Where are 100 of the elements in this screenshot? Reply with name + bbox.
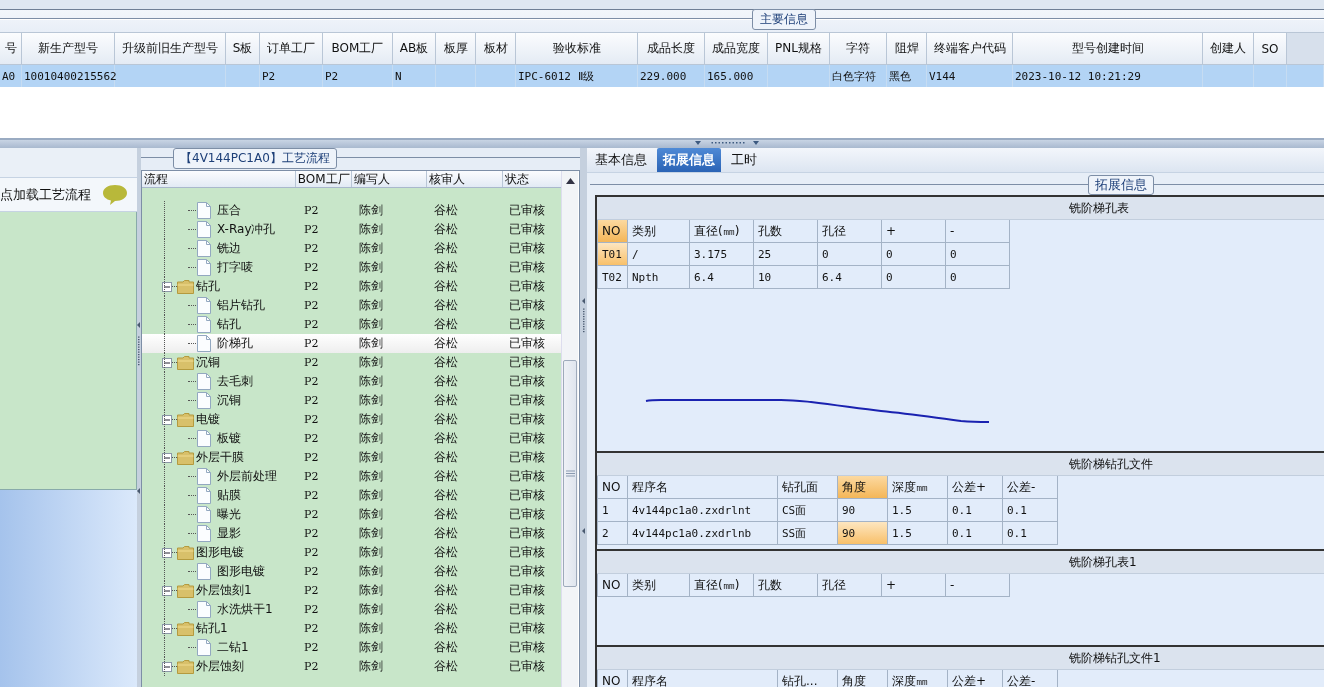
- column-header[interactable]: 公差-: [1003, 476, 1058, 499]
- collapse-icon[interactable]: [162, 547, 172, 558]
- column-header[interactable]: 孔数: [754, 220, 818, 243]
- tab[interactable]: 工时: [725, 148, 763, 172]
- column-header[interactable]: 孔数: [754, 574, 818, 597]
- tree-row[interactable]: 外层前处理 P2 陈剑 谷松 已审核: [142, 467, 561, 486]
- tree-item-label[interactable]: 曝光: [217, 506, 241, 523]
- column-header[interactable]: NO: [598, 220, 628, 243]
- tree-row[interactable]: 铝片钻孔 P2 陈剑 谷松 已审核: [142, 296, 561, 315]
- table-cell[interactable]: Npth: [628, 266, 690, 289]
- collapse-icon[interactable]: [162, 281, 172, 292]
- tree-item-label[interactable]: 铝片钻孔: [217, 297, 265, 314]
- table-cell[interactable]: 0: [946, 266, 1010, 289]
- tree-item-label[interactable]: 板镀: [217, 430, 241, 447]
- column-header[interactable]: 升级前旧生产型号: [115, 33, 226, 64]
- tree-row[interactable]: 打字唛 P2 陈剑 谷松 已审核: [142, 258, 561, 277]
- tree-item-label[interactable]: 铣边: [217, 240, 241, 257]
- collapse-icon[interactable]: [162, 661, 172, 672]
- table-cell[interactable]: 2: [598, 522, 628, 545]
- table-cell[interactable]: CS面: [778, 499, 838, 522]
- tree-row[interactable]: 图形电镀 P2 陈剑 谷松 已审核: [142, 562, 561, 581]
- tree-row[interactable]: 沉铜 P2 陈剑 谷松 已审核: [142, 353, 561, 372]
- column-header[interactable]: 新生产型号: [22, 33, 115, 64]
- column-header[interactable]: 终端客户代码: [927, 33, 1013, 64]
- table-cell[interactable]: 90: [838, 499, 888, 522]
- column-header[interactable]: 核审人: [427, 171, 503, 187]
- tree-row[interactable]: 去毛刺 P2 陈剑 谷松 已审核: [142, 372, 561, 391]
- table-row[interactable]: A0 10010400215562 P2 P2 N IPC-6012 Ⅱ级 229.000 165.000 白色字符 黑色 V144 2023-10-12 10:21:29: [0, 65, 1324, 87]
- tree-row[interactable]: 显影 P2 陈剑 谷松 已审核: [142, 524, 561, 543]
- collapse-icon[interactable]: [162, 414, 172, 425]
- table-cell[interactable]: 0: [882, 243, 946, 266]
- tree-item-label[interactable]: 去毛刺: [217, 373, 253, 390]
- column-header[interactable]: +: [882, 220, 946, 243]
- table-cell[interactable]: 25: [754, 243, 818, 266]
- tree-item-label[interactable]: 打字唛: [217, 259, 253, 276]
- tree-item-label[interactable]: 钻孔1: [196, 620, 228, 637]
- table-cell[interactable]: 1: [598, 499, 628, 522]
- column-header[interactable]: 流程: [142, 171, 296, 187]
- tree-item-label[interactable]: 外层蚀刻: [196, 658, 244, 675]
- tree-row[interactable]: 电镀 P2 陈剑 谷松 已审核: [142, 410, 561, 429]
- column-header[interactable]: 创建人: [1203, 33, 1254, 64]
- tree-row[interactable]: 钻孔 P2 陈剑 谷松 已审核: [142, 277, 561, 296]
- column-header[interactable]: 型号创建时间: [1013, 33, 1203, 64]
- tree-item-label[interactable]: 外层干膜: [196, 449, 244, 466]
- tab[interactable]: 拓展信息: [657, 148, 721, 172]
- tree-item-label[interactable]: 贴膜: [217, 487, 241, 504]
- column-header[interactable]: 字符: [830, 33, 887, 64]
- tree-item-label[interactable]: X-Ray冲孔: [217, 221, 276, 238]
- table-cell[interactable]: 6.4: [690, 266, 754, 289]
- table-cell[interactable]: 0.1: [948, 522, 1003, 545]
- collapse-icon[interactable]: [162, 585, 172, 596]
- scroll-up-icon[interactable]: [565, 178, 575, 184]
- table-cell[interactable]: 1.5: [888, 499, 948, 522]
- column-header[interactable]: 阻焊: [887, 33, 927, 64]
- column-header[interactable]: 成品宽度: [705, 33, 768, 64]
- column-header[interactable]: PNL规格: [768, 33, 830, 64]
- tree-row[interactable]: 板镀 P2 陈剑 谷松 已审核: [142, 429, 561, 448]
- tree-item-label[interactable]: 外层蚀刻1: [196, 582, 252, 599]
- table-cell[interactable]: 0.1: [948, 499, 1003, 522]
- column-header[interactable]: -: [946, 220, 1010, 243]
- tab[interactable]: 基本信息: [589, 148, 653, 172]
- tree-item-label[interactable]: 压合: [217, 202, 241, 219]
- column-header[interactable]: 直径(㎜): [690, 220, 754, 243]
- table-cell[interactable]: 6.4: [818, 266, 882, 289]
- tree-row[interactable]: 外层干膜 P2 陈剑 谷松 已审核: [142, 448, 561, 467]
- tree-item-label[interactable]: 水洗烘干1: [217, 601, 273, 618]
- column-header[interactable]: 编写人: [351, 171, 428, 187]
- column-header[interactable]: 板厚: [436, 33, 476, 64]
- table-cell[interactable]: 0.1: [1003, 522, 1058, 545]
- column-header[interactable]: 深度㎜: [888, 476, 948, 499]
- tree-item-label[interactable]: 外层前处理: [217, 468, 277, 485]
- table-cell[interactable]: SS面: [778, 522, 838, 545]
- column-header[interactable]: 钻孔面: [778, 476, 838, 499]
- column-header[interactable]: 类别: [628, 574, 690, 597]
- scrollbar[interactable]: [561, 171, 578, 687]
- tree-item-label[interactable]: 显影: [217, 525, 241, 542]
- tree-row[interactable]: 外层蚀刻 P2 陈剑 谷松 已审核: [142, 657, 561, 676]
- tree-row[interactable]: 钻孔1 P2 陈剑 谷松 已审核: [142, 619, 561, 638]
- tree-row[interactable]: 铣边 P2 陈剑 谷松 已审核: [142, 239, 561, 258]
- table-cell[interactable]: 3.175: [690, 243, 754, 266]
- column-header[interactable]: 类别: [628, 220, 690, 243]
- column-header[interactable]: 板材: [476, 33, 516, 64]
- tree-row[interactable]: 沉铜 P2 陈剑 谷松 已审核: [142, 391, 561, 410]
- column-header[interactable]: +: [882, 574, 946, 597]
- table-cell[interactable]: T02: [598, 266, 628, 289]
- table-cell[interactable]: 0: [946, 243, 1010, 266]
- column-header[interactable]: 号: [0, 33, 22, 64]
- table-cell[interactable]: 4v144pc1a0.zxdrlnt: [628, 499, 778, 522]
- tree-row[interactable]: 二钻1 P2 陈剑 谷松 已审核: [142, 638, 561, 657]
- column-header[interactable]: NO: [598, 574, 628, 597]
- column-header[interactable]: 公差+: [948, 476, 1003, 499]
- tree-item-label[interactable]: 图形电镀: [217, 563, 265, 580]
- column-header[interactable]: NO: [598, 476, 628, 499]
- table-cell[interactable]: 0: [882, 266, 946, 289]
- tree-row[interactable]: 水洗烘干1 P2 陈剑 谷松 已审核: [142, 600, 561, 619]
- column-header[interactable]: 成品长度: [638, 33, 705, 64]
- column-header[interactable]: BOM工厂: [295, 171, 352, 187]
- tree-row[interactable]: 曝光 P2 陈剑 谷松 已审核: [142, 505, 561, 524]
- table-cell[interactable]: 0: [818, 243, 882, 266]
- table-cell[interactable]: 4v144pc1a0.zxdrlnb: [628, 522, 778, 545]
